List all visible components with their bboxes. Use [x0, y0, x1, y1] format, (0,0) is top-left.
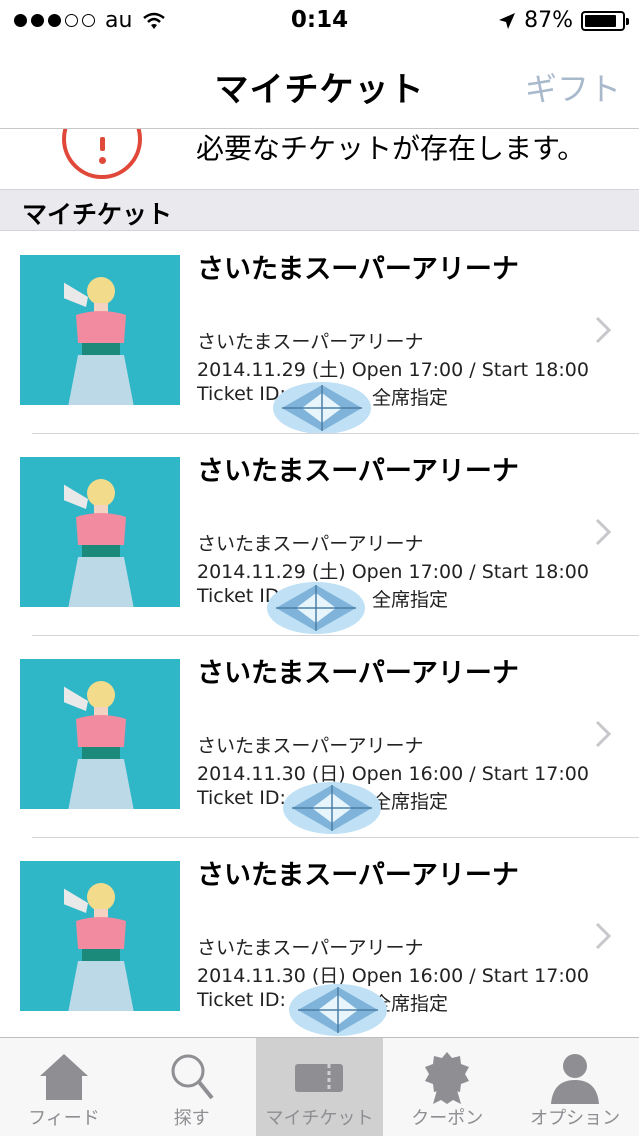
- ticket-id-label: Ticket ID:: [197, 989, 286, 1011]
- ticket-title: さいたまスーパーアリーナ: [197, 254, 519, 285]
- search-icon: [171, 1054, 214, 1100]
- ticket-title: さいたまスーパーアリーナ: [197, 860, 519, 891]
- tab-label: フィード: [28, 1108, 100, 1129]
- person-icon: [551, 1054, 600, 1104]
- ticket-date: 2014.11.29 (土) Open 17:00 / Start 18:00: [197, 359, 589, 381]
- battery-icon: [581, 10, 629, 31]
- gem-redaction-sticker: [283, 782, 381, 834]
- gem-redaction-sticker: [267, 582, 365, 634]
- ticket-list: さいたまスーパーアリーナ さいたまスーパーアリーナ 2014.11.29 (土)…: [0, 231, 639, 1039]
- ticket-row[interactable]: さいたまスーパーアリーナ さいたまスーパーアリーナ 2014.11.30 (日)…: [0, 635, 639, 838]
- chevron-right-icon: [595, 316, 612, 344]
- chevron-right-icon: [595, 518, 612, 546]
- tab-label: オプション: [530, 1108, 621, 1129]
- ticket-row[interactable]: さいたまスーパーアリーナ さいたまスーパーアリーナ 2014.11.30 (日)…: [0, 837, 639, 1039]
- gift-button[interactable]: ギフト: [525, 64, 621, 110]
- tab-label: クーポン: [411, 1108, 484, 1129]
- ticket-artwork: [20, 255, 180, 405]
- ticket-seat: 全席指定: [372, 387, 449, 409]
- ticket-row[interactable]: さいたまスーパーアリーナ さいたまスーパーアリーナ 2014.11.29 (土)…: [0, 231, 639, 434]
- chevron-right-icon: [595, 922, 612, 950]
- tab-search[interactable]: 探す: [128, 1038, 256, 1136]
- tab-label: マイチケット: [265, 1108, 374, 1129]
- status-bar: au 0:14 87%: [0, 0, 639, 40]
- tab-feed[interactable]: フィード: [0, 1038, 128, 1136]
- tab-options[interactable]: オプション: [511, 1038, 639, 1136]
- notice-message: 必要なチケットが存在します。: [196, 132, 586, 165]
- alert-icon: [62, 129, 142, 179]
- navigation-bar: マイチケット ギフト: [0, 40, 639, 129]
- ticket-seat: 全席指定: [372, 791, 449, 813]
- section-title: マイチケット: [22, 200, 173, 229]
- ticket-venue: さいたまスーパーアリーナ: [197, 533, 424, 555]
- ticket-artwork: [20, 659, 180, 809]
- home-icon: [39, 1054, 88, 1100]
- section-header: マイチケット: [0, 189, 639, 231]
- ticket-artwork: [20, 457, 180, 607]
- tab-label: 探す: [173, 1108, 210, 1129]
- tab-my-tickets[interactable]: マイチケット: [255, 1038, 384, 1136]
- ticket-venue: さいたまスーパーアリーナ: [197, 937, 424, 959]
- badge-icon: [425, 1052, 470, 1104]
- ticket-date: 2014.11.30 (日) Open 16:00 / Start 17:00: [197, 965, 589, 987]
- tab-coupons[interactable]: クーポン: [383, 1038, 511, 1136]
- ticket-title: さいたまスーパーアリーナ: [197, 658, 519, 689]
- ticket-venue: さいたまスーパーアリーナ: [197, 331, 424, 353]
- ticket-id-label: Ticket ID:: [197, 787, 286, 809]
- location-arrow-icon: [499, 12, 516, 29]
- tab-bar: フィード 探す マイチケット クーポン オプション: [0, 1037, 639, 1136]
- gem-redaction-sticker: [273, 382, 371, 434]
- ticket-title: さいたまスーパーアリーナ: [197, 456, 519, 487]
- ticket-venue: さいたまスーパーアリーナ: [197, 735, 424, 757]
- ticket-row[interactable]: さいたまスーパーアリーナ さいたまスーパーアリーナ 2014.11.29 (土)…: [0, 433, 639, 636]
- chevron-right-icon: [595, 720, 612, 748]
- ticket-date: 2014.11.29 (土) Open 17:00 / Start 18:00: [197, 561, 589, 583]
- gem-redaction-sticker: [289, 984, 387, 1036]
- ticket-artwork: [20, 861, 180, 1011]
- ticket-date: 2014.11.30 (日) Open 16:00 / Start 17:00: [197, 763, 589, 785]
- ticket-seat: 全席指定: [372, 589, 449, 611]
- notice-banner[interactable]: 必要なチケットが存在します。: [0, 129, 639, 189]
- ticket-icon: [295, 1064, 344, 1092]
- battery-percent: 87%: [524, 8, 573, 33]
